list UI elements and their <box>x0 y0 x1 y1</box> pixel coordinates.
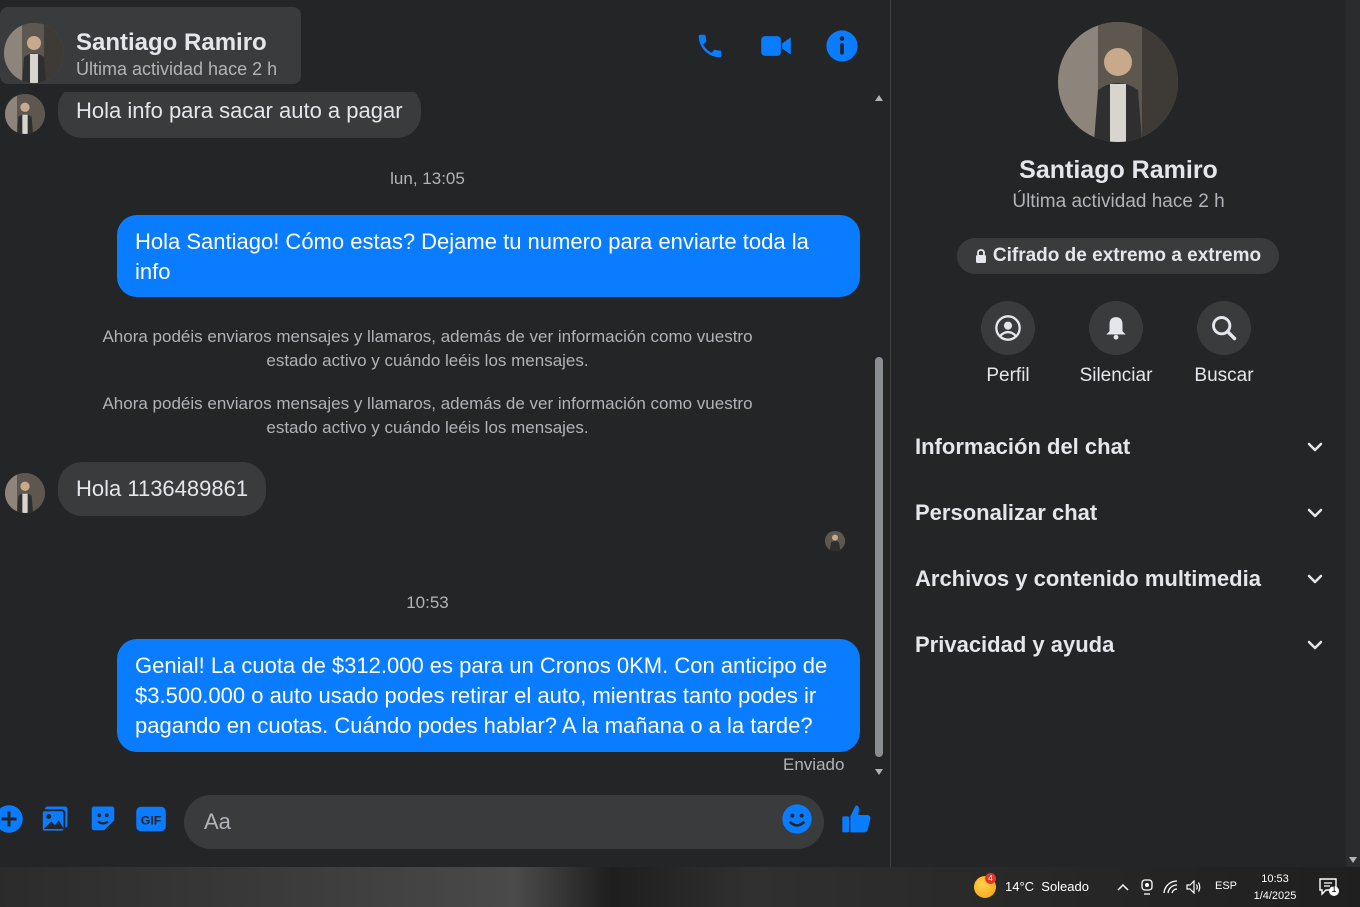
wifi-icon[interactable] <box>1162 878 1180 896</box>
phone-icon[interactable] <box>692 28 728 64</box>
section-media-files[interactable]: Archivos y contenido multimedia <box>915 559 1325 599</box>
section-label: Información del chat <box>915 434 1131 459</box>
chevron-up-icon[interactable] <box>1114 878 1132 896</box>
contact-status: Última actividad hace 2 h <box>76 59 278 79</box>
scroll-down-arrow[interactable] <box>875 769 883 775</box>
plus-icon[interactable] <box>0 802 26 836</box>
message-timestamp: 10:53 <box>406 593 449 612</box>
encryption-label: Cifrado de extremo a extremo <box>992 245 1262 266</box>
chevron-down-icon <box>1307 508 1323 518</box>
profile-name: Santiago Ramiro <box>1019 156 1218 184</box>
sticker-icon[interactable] <box>86 802 120 836</box>
contact-chip[interactable]: Santiago Ramiro Última actividad hace 2 … <box>0 7 301 84</box>
message-text: Genial! La cuota de $312.000 es para un … <box>135 653 828 738</box>
scroll-up-arrow[interactable] <box>875 95 883 101</box>
incoming-message[interactable]: Hola info para sacar auto a pagar <box>58 92 421 138</box>
composer: GIF <box>0 782 890 867</box>
sent-status: Enviado <box>783 755 845 774</box>
system-notice: Ahora podéis enviaros mensajes y llamaro… <box>102 327 753 370</box>
meet-icon[interactable] <box>1138 878 1156 896</box>
weather-text[interactable]: 14°C Soleado <box>1005 879 1089 894</box>
sender-avatar[interactable] <box>5 473 45 513</box>
mute-action[interactable]: Silenciar <box>1061 301 1171 387</box>
chat-header: Santiago Ramiro Última actividad hace 2 … <box>0 0 890 92</box>
message-list[interactable]: Hola info para sacar auto a pagar lun, 1… <box>0 92 872 778</box>
system-clock[interactable]: 10:53 1/4/2025 <box>1244 871 1306 905</box>
incoming-message[interactable]: Hola 1136489861 <box>58 462 267 516</box>
like-icon[interactable] <box>840 802 874 836</box>
read-receipt-avatar <box>825 531 845 551</box>
encryption-badge[interactable]: Cifrado de extremo a extremo <box>957 238 1279 274</box>
profile-avatar[interactable] <box>1058 22 1178 142</box>
info-icon[interactable] <box>824 28 860 64</box>
image-icon[interactable] <box>38 802 72 836</box>
action-label: Perfil <box>986 365 1030 386</box>
section-chat-info[interactable]: Información del chat <box>915 427 1325 467</box>
lock-icon <box>975 249 986 263</box>
chat-details-panel: Santiago Ramiro Última actividad hace 2 … <box>891 0 1346 867</box>
section-label: Personalizar chat <box>915 500 1098 525</box>
action-label: Buscar <box>1194 365 1254 386</box>
message-timestamp: lun, 13:05 <box>390 169 465 188</box>
windows-taskbar: 4 14°C Soleado ESP 10:53 1/4/2025 1 <box>0 867 1360 907</box>
profile-icon[interactable] <box>981 301 1035 355</box>
emoji-icon[interactable] <box>780 802 814 836</box>
section-label: Privacidad y ayuda <box>915 632 1115 657</box>
contact-avatar[interactable] <box>4 23 64 83</box>
volume-icon[interactable] <box>1185 878 1203 896</box>
bell-icon[interactable] <box>1089 301 1143 355</box>
notification-icon[interactable]: 1 <box>1318 877 1340 897</box>
sender-avatar[interactable] <box>5 94 45 134</box>
search-action[interactable]: Buscar <box>1169 301 1279 387</box>
video-icon[interactable] <box>758 28 794 64</box>
section-privacy-help[interactable]: Privacidad y ayuda <box>915 625 1325 665</box>
profile-action[interactable]: Perfil <box>953 301 1063 387</box>
action-label: Silenciar <box>1079 365 1153 386</box>
section-label: Archivos y contenido multimedia <box>915 566 1261 591</box>
clock-time: 10:53 <box>1261 873 1289 885</box>
panel-scrollbar[interactable] <box>1346 0 1360 867</box>
outgoing-message[interactable]: Genial! La cuota de $312.000 es para un … <box>117 639 860 752</box>
message-scrollbar[interactable] <box>872 95 886 775</box>
search-icon[interactable] <box>1197 301 1251 355</box>
chevron-down-icon <box>1307 640 1323 650</box>
language-indicator[interactable]: ESP <box>1215 880 1237 892</box>
clock-date: 1/4/2025 <box>1253 890 1297 902</box>
chevron-down-icon <box>1307 442 1323 452</box>
messenger-window: Santiago Ramiro Última actividad hace 2 … <box>0 0 1360 867</box>
system-notice: Ahora podéis enviaros mensajes y llamaro… <box>102 394 753 437</box>
profile-status: Última actividad hace 2 h <box>1012 191 1225 212</box>
scroll-thumb[interactable] <box>875 357 883 757</box>
contact-name: Santiago Ramiro <box>76 29 267 56</box>
outgoing-message[interactable]: Hola Santiago! Cómo estas? Dejame tu num… <box>117 215 860 297</box>
message-text: Hola 1136489861 <box>76 476 249 501</box>
svg-text:GIF: GIF <box>141 814 162 828</box>
chevron-down-icon <box>1307 574 1323 584</box>
message-input[interactable] <box>184 795 824 849</box>
scroll-down-arrow[interactable] <box>1349 857 1357 863</box>
message-text: Hola info para sacar auto a pagar <box>76 98 403 123</box>
section-customize-chat[interactable]: Personalizar chat <box>915 493 1325 533</box>
weather-badge: 4 <box>985 873 996 884</box>
message-text: Hola Santiago! Cómo estas? Dejame tu num… <box>135 229 809 284</box>
gif-icon[interactable]: GIF <box>134 802 168 836</box>
notification-count: 1 <box>1331 884 1337 894</box>
